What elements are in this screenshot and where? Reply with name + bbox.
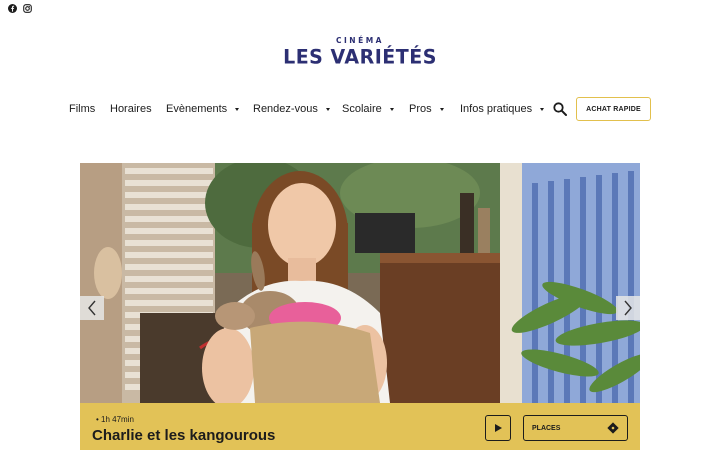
caret-down-icon [325,107,330,111]
nav-item-evenements[interactable]: Evènements [166,97,240,121]
nav-item-label: Films [69,103,96,115]
film-title[interactable]: Charlie et les kangourous [92,427,275,444]
nav-item-films[interactable]: Films [69,97,95,121]
hero-image [80,163,640,403]
places-button-label: PLACES [532,424,561,432]
places-button[interactable]: PLACES [523,415,628,441]
instagram-icon[interactable] [23,4,32,13]
nav-item-rendez-vous[interactable]: Rendez-vous [253,97,330,121]
nav-item-label: Rendez-vous [253,103,318,115]
quick-buy-button[interactable]: ACHAT RAPIDE [576,97,651,121]
chevron-left-icon [88,300,96,316]
social-links [8,4,32,13]
caret-down-icon [235,107,240,111]
film-duration-text: 1h 47min [101,415,134,424]
nav-item-label: Horaires [110,103,152,115]
nav-item-horaires[interactable]: Horaires [110,97,152,121]
ticket-icon [607,422,619,434]
featured-film-bar: • 1h 47min Charlie et les kangourous PLA… [80,403,640,450]
slider-next-button[interactable] [616,296,640,320]
nav-item-scolaire[interactable]: Scolaire [342,97,394,121]
nav-item-label: Scolaire [342,103,382,115]
logo-top-text: CINÉMA [336,36,384,45]
chevron-right-icon [624,300,632,316]
caret-down-icon [389,107,394,111]
nav-item-pros[interactable]: Pros [409,97,444,121]
hero-photo [80,163,640,403]
nav-item-label: Evènements [166,103,228,115]
nav-item-infos-pratiques[interactable]: Infos pratiques [460,97,545,121]
facebook-icon[interactable] [8,4,17,13]
slider-prev-button[interactable] [80,296,104,320]
play-trailer-button[interactable] [485,415,511,441]
site-logo[interactable]: CINÉMA LES VARIÉTÉS [0,36,720,69]
main-nav: Films Horaires Evènements Rendez-vous Sc… [0,97,720,121]
caret-down-icon [439,107,444,111]
film-duration: • 1h 47min [96,415,134,424]
nav-item-label: Pros [409,103,432,115]
play-icon [495,424,502,432]
nav-item-label: Infos pratiques [460,103,533,115]
caret-down-icon [540,107,545,111]
logo-main-text: LES VARIÉTÉS [283,45,437,69]
search-icon[interactable] [553,102,567,116]
